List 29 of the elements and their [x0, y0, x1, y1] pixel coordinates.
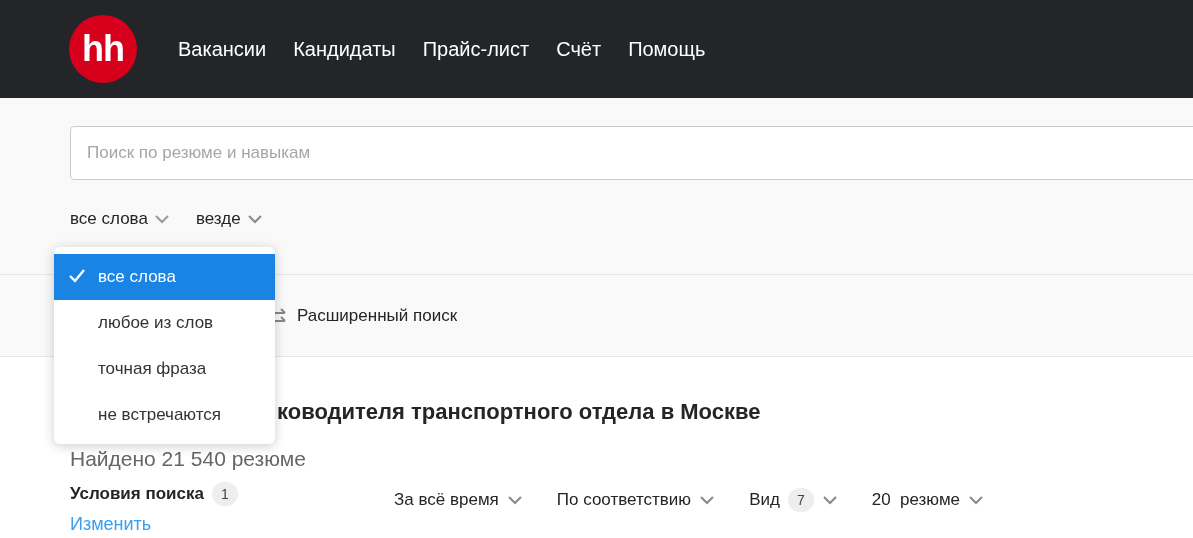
nav-link[interactable]: Вакансии [178, 37, 267, 61]
sort-dropdown[interactable]: Вид 7 [749, 488, 838, 512]
advanced-search-link[interactable]: Расширенный поиск [297, 305, 458, 326]
results-count: Найдено 21 540 резюме [70, 447, 307, 471]
nav-link[interactable]: Счёт [556, 37, 602, 61]
search-field[interactable]: Поиск по резюме и навыкам [70, 126, 1193, 180]
menu-item[interactable]: не встречаются [54, 392, 275, 438]
count-badge: 1 [212, 482, 238, 506]
chevron-down-icon [821, 495, 838, 505]
logo[interactable]: hh [69, 15, 137, 83]
dropdown-toggle[interactable]: везде [195, 209, 263, 229]
nav-link[interactable]: Кандидаты [293, 37, 396, 61]
sort-dropdown[interactable]: За всё время [394, 488, 523, 512]
chevron-down-icon [153, 214, 170, 224]
nav-link[interactable]: Прайс-лист [422, 37, 530, 61]
sort-dropdown[interactable]: По соответствию [556, 488, 716, 512]
results-heading: ководителя транспортного отдела в Москве [277, 399, 762, 425]
sort-dropdown[interactable]: 20 резюме [871, 488, 985, 512]
nav-link[interactable]: Помощь [628, 37, 706, 61]
dropdown-toggle[interactable]: все слова [70, 209, 170, 229]
chevron-down-icon [246, 214, 263, 224]
chevron-down-icon [699, 495, 716, 505]
menu-item[interactable]: любое из слов [54, 300, 275, 346]
conditions-label: Условия поиска [70, 484, 204, 504]
check-icon [69, 269, 85, 283]
chevron-down-icon [968, 495, 985, 505]
menu-item[interactable]: все слова [54, 254, 275, 300]
menu-item[interactable]: точная фраза [54, 346, 275, 392]
chevron-down-icon [506, 495, 523, 505]
